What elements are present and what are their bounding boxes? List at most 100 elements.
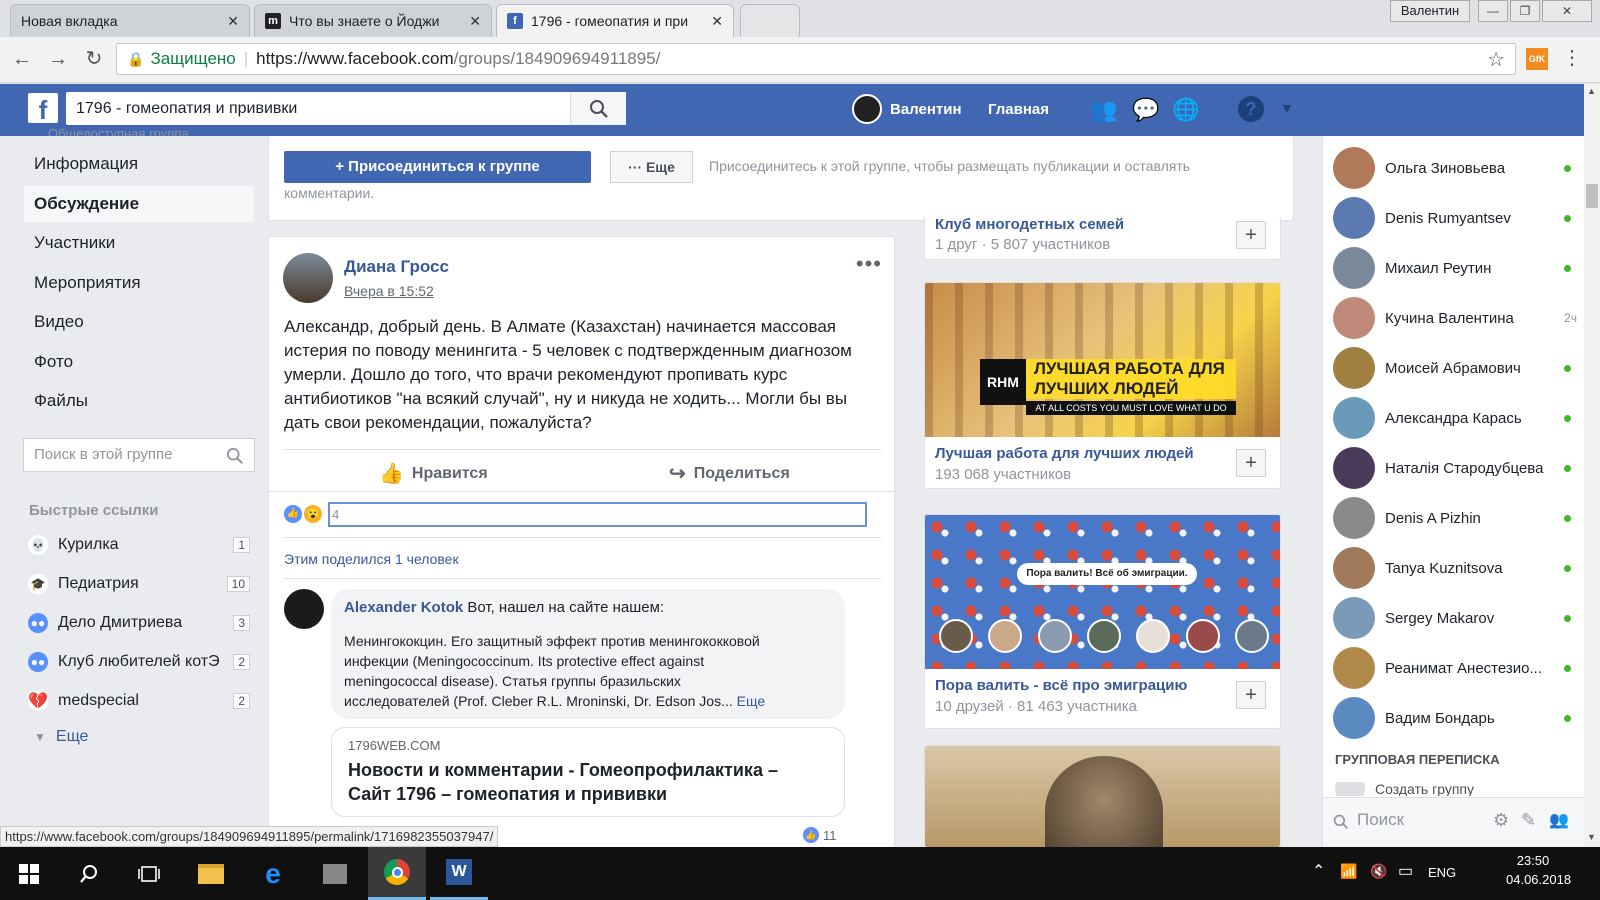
volume-icon[interactable]: 🔇 [1370,863,1387,880]
facebook-logo-icon[interactable]: f [28,93,58,125]
new-tab-button[interactable] [740,4,800,37]
add-contacts-icon[interactable]: 👥 [1549,810,1569,830]
nav-members[interactable]: Участники [24,225,254,261]
post-time[interactable]: Вчера в 15:52 [344,283,434,299]
reload-icon[interactable]: ↻ [80,45,108,73]
chat-contact[interactable]: Кучина Валентина 2ч [1333,296,1583,340]
chat-contact[interactable]: Реанимат Анестезио... [1333,646,1583,690]
reactions-count-box[interactable]: 4 [328,502,867,527]
chat-contact[interactable]: Александра Карась [1333,396,1583,440]
extension-icon[interactable]: GfK [1526,48,1548,70]
chrome-icon[interactable] [368,847,426,900]
tab-new[interactable]: Новая вкладка ✕ [10,4,250,37]
chat-contact[interactable]: Вадим Бондарь [1333,696,1583,740]
join-plus-button[interactable]: + [1236,221,1266,249]
nav-discussion[interactable]: Обсуждение [24,186,254,222]
clock[interactable]: 23:50 04.06.2018 [1506,853,1571,887]
chat-contact[interactable]: Наталія Стародубцева [1333,446,1583,490]
quick-link[interactable]: ●● Дело Дмитриева 3 [28,608,250,638]
post-author[interactable]: Диана Гросс [344,257,449,277]
action-center-icon[interactable]: ▭ [1398,861,1413,881]
caret-down-icon[interactable]: ▼ [1280,100,1294,116]
chat-contact[interactable]: Denis A Pizhin [1333,496,1583,540]
join-group-button[interactable]: + Присоединиться к группе [284,151,591,183]
nav-photos[interactable]: Фото [24,344,254,380]
tab-facebook[interactable]: f 1796 - гомеопатия и при ✕ [496,4,734,37]
file-explorer-icon[interactable] [182,847,240,900]
close-icon[interactable]: ✕ [469,13,481,30]
chevron-up-icon[interactable]: ⌃ [1312,861,1325,881]
notifications-globe-icon[interactable]: 🌐 [1172,96,1200,124]
edge-icon[interactable]: e [244,847,302,900]
user-avatar[interactable] [852,94,882,124]
group-name[interactable]: Клуб многодетных семей [935,216,1124,233]
group-search-input[interactable]: Поиск в этой группе [23,438,255,472]
search-button[interactable] [570,92,626,125]
scrollbar-thumb[interactable] [1586,184,1598,208]
more-link[interactable]: ▼ Еще [28,722,250,752]
reactions[interactable]: 👍 😮 [284,505,322,523]
help-icon[interactable]: ? [1238,96,1264,122]
task-view-icon[interactable] [120,847,178,900]
more-button[interactable]: ··· Еще [610,151,693,183]
word-icon[interactable]: W [430,847,488,900]
chat-contact[interactable]: Tanya Kuznitsova [1333,546,1583,590]
chat-contact[interactable]: Моисей Абрамович [1333,346,1583,390]
quick-link[interactable]: 🎓 Педиатрия 10 [28,569,250,599]
fb-search-input[interactable]: 1796 - гомеопатия и прививки [66,92,626,125]
compose-icon[interactable]: ✎ [1521,810,1536,831]
group-banner[interactable] [925,746,1280,847]
quick-link[interactable]: 💀 Курилка 1 [28,530,250,560]
tab-yodzhi[interactable]: m Что вы знаете о Йоджи ✕ [254,4,492,37]
scroll-up-icon[interactable]: ▲ [1587,86,1596,96]
quick-link[interactable]: 💔 medspecial 2 [28,686,250,716]
author-avatar[interactable] [283,253,333,303]
chat-contact[interactable]: Sergey Makarov [1333,596,1583,640]
nav-events[interactable]: Мероприятия [24,265,254,301]
minimize-icon[interactable]: — [1478,0,1508,22]
nav-info[interactable]: Информация [24,146,254,182]
close-icon[interactable]: ✕ [227,13,239,30]
group-banner[interactable]: Пора валить! Всё об эмиграции. [925,515,1280,669]
star-icon[interactable]: ☆ [1487,47,1505,72]
gear-icon[interactable]: ⚙ [1493,810,1509,831]
forward-icon[interactable]: → [44,45,72,73]
menu-icon[interactable]: ⋮ [1562,45,1582,70]
close-window-icon[interactable]: ✕ [1542,0,1592,22]
comment-likes[interactable]: 👍 11 [803,827,837,843]
url-bar[interactable]: 🔒 Защищено | https://www.facebook.com /g… [116,43,1516,75]
scroll-down-icon[interactable]: ▼ [1587,832,1596,842]
search-icon[interactable] [60,847,118,900]
friends-icon[interactable]: 👥 [1090,96,1118,124]
messenger-icon[interactable]: 💬 [1132,96,1160,124]
profile-button[interactable]: Валентин [1390,0,1470,22]
chat-contact[interactable]: Ольга Зиновьева [1333,146,1583,190]
comment-more-link[interactable]: Еще [737,693,766,709]
share-button[interactable]: ↪ Поделиться [669,461,790,486]
join-plus-button[interactable]: + [1236,449,1266,477]
group-name[interactable]: Пора валить - всё про эмиграцию [935,677,1187,694]
post-options-icon[interactable]: ••• [856,251,882,277]
nav-files[interactable]: Файлы [24,383,254,419]
chat-contact[interactable]: Михаил Реутин [1333,246,1583,290]
maximize-icon[interactable]: ❐ [1510,0,1540,22]
home-link[interactable]: Главная [988,101,1049,118]
nav-video[interactable]: Видео [24,304,254,340]
wifi-icon[interactable]: 📶 [1340,863,1357,880]
language-indicator[interactable]: ENG [1428,865,1456,880]
page-scrollbar[interactable]: ▲ ▼ [1584,84,1600,847]
back-icon[interactable]: ← [8,45,36,73]
close-icon[interactable]: ✕ [711,13,723,30]
windows-start-icon[interactable] [0,847,58,900]
store-icon[interactable] [306,847,364,900]
chat-search-input[interactable]: Поиск [1357,810,1404,830]
create-group-link[interactable]: Создать группу [1335,782,1474,796]
chat-contact[interactable]: Denis Rumyantsev [1333,196,1583,240]
commenter-avatar[interactable] [284,589,324,629]
shared-by-link[interactable]: Этим поделился 1 человек [284,551,459,567]
like-button[interactable]: 👍 Нравится [379,461,488,486]
quick-link[interactable]: ●● Клуб любителей котЭ 2 [28,647,250,677]
group-name[interactable]: Лучшая работа для лучших людей [935,445,1194,462]
join-plus-button[interactable]: + [1236,681,1266,709]
link-preview[interactable]: 1796WEB.COM Новости и комментарии - Гоме… [331,727,845,817]
